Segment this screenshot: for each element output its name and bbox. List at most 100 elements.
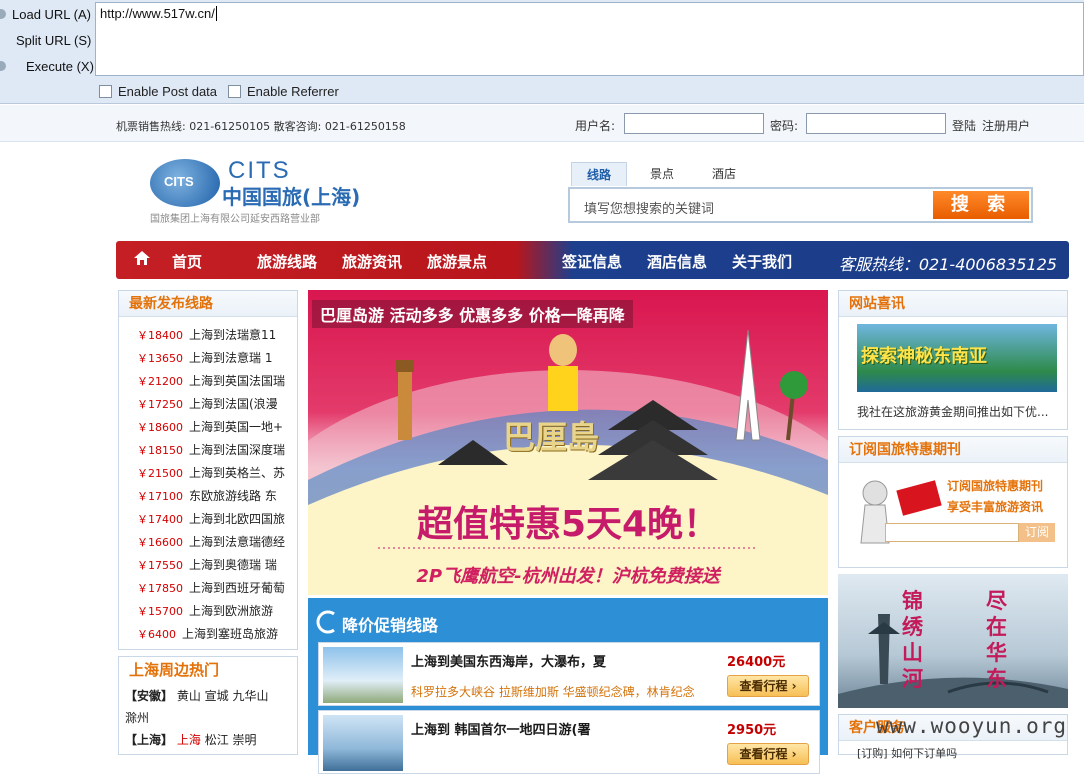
route-list-item[interactable]: ￥18150 上海到法国深度瑞 bbox=[137, 441, 285, 458]
tab-routes[interactable]: 线路 bbox=[571, 162, 627, 186]
route-name[interactable]: 上海到塞班岛旅游 bbox=[182, 627, 278, 641]
route-list-item[interactable]: ￥15700 上海到欧洲旅游 bbox=[137, 602, 273, 619]
split-url-button[interactable]: Split URL (S) bbox=[16, 29, 91, 51]
execute-button[interactable]: Execute (X) bbox=[0, 55, 94, 77]
subscribe-line2: 享受丰富旅游资讯 bbox=[947, 500, 1044, 514]
route-name[interactable]: 上海到英国法国瑞 bbox=[189, 374, 285, 388]
nav-news[interactable]: 旅游资讯 bbox=[342, 251, 402, 272]
route-name[interactable]: 上海到欧洲旅游 bbox=[189, 604, 273, 618]
nearby-anhui-links[interactable]: 黄山 宣城 九华山 bbox=[177, 689, 269, 703]
route-price: ￥18150 bbox=[137, 444, 183, 457]
route-name[interactable]: 上海到法意瑞德经 bbox=[189, 535, 285, 549]
subscribe-title: 订阅国旅特惠期刊 bbox=[839, 437, 1067, 463]
route-price: ￥13650 bbox=[137, 352, 183, 365]
top-bar: 机票销售热线: 021-61250105 散客咨询: 021-61250158 … bbox=[0, 105, 1084, 142]
route-list-item[interactable]: ￥18400 上海到法瑞意11 bbox=[137, 326, 276, 343]
site-logo[interactable]: CITS CITS 中国国旅(上海) 国旅集团上海有限公司延安西路营业部 bbox=[150, 155, 410, 225]
view-itinerary-button[interactable]: 查看行程 › bbox=[727, 675, 809, 697]
subscribe-button[interactable]: 订阅 bbox=[1019, 523, 1055, 542]
route-name[interactable]: 上海到法瑞意11 bbox=[189, 328, 276, 342]
route-name[interactable]: 上海到北欧四国旅 bbox=[189, 512, 285, 526]
password-input[interactable] bbox=[806, 113, 946, 134]
route-list-item[interactable]: ￥6400 上海到塞班岛旅游 bbox=[137, 625, 278, 642]
route-list-item[interactable]: ￥17100 东欧旅游线路 东 bbox=[137, 487, 277, 504]
promo-item-title[interactable]: 上海到美国东西海岸，大瀑布，夏 bbox=[411, 651, 606, 670]
route-price: ￥17100 bbox=[137, 490, 183, 503]
route-price: ￥17400 bbox=[137, 513, 183, 526]
news-caption[interactable]: 我社在这旅游黄金期间推出如下优... bbox=[857, 403, 1048, 420]
nav-scenic[interactable]: 旅游景点 bbox=[427, 251, 487, 272]
service-item[interactable]: [订购] 如何下订单吗 bbox=[857, 745, 957, 761]
nav-home[interactable]: 首页 bbox=[172, 251, 202, 272]
nearby-shanghai-links[interactable]: 松江 崇明 bbox=[205, 733, 257, 747]
login-link[interactable]: 登陆 bbox=[952, 117, 976, 134]
ad-right-text: 尽在华东 bbox=[986, 589, 1007, 691]
promo-thumbnail bbox=[323, 715, 403, 771]
nav-hotel[interactable]: 酒店信息 bbox=[647, 251, 707, 272]
username-input[interactable] bbox=[624, 113, 764, 134]
banner-headline: 超值特惠5天4晚！ bbox=[416, 504, 720, 545]
route-list-item[interactable]: ￥17400 上海到北欧四国旅 bbox=[137, 510, 285, 527]
promo-banner[interactable]: 巴厘岛游 活动多多 优惠多多 价格一降再降 巴厘島 超值特惠5天4晚！ 2P飞鹰… bbox=[308, 290, 828, 595]
route-price: ￥18600 bbox=[137, 421, 183, 434]
promo-item-title[interactable]: 上海到 韩国首尔一地四日游(署 bbox=[411, 719, 590, 738]
east-china-ad[interactable]: 锦绣山河 尽在华东 bbox=[838, 574, 1068, 708]
enable-referrer-checkbox[interactable]: Enable Referrer bbox=[228, 84, 339, 99]
route-price: ￥21500 bbox=[137, 467, 183, 480]
promo-item[interactable]: 上海到美国东西海岸，大瀑布，夏 科罗拉多大峡谷 拉斯维加斯 华盛顿纪念碑，林肯纪… bbox=[318, 642, 820, 706]
route-price: ￥15700 bbox=[137, 605, 183, 618]
route-price: ￥16600 bbox=[137, 536, 183, 549]
tab-scenic[interactable]: 景点 bbox=[640, 162, 684, 186]
banner-subline: 2P飞鹰航空-杭州出发！沪杭免费接送 bbox=[416, 566, 720, 587]
promo-item[interactable]: 上海到 韩国首尔一地四日游(署 2950元 查看行程 › bbox=[318, 710, 820, 774]
news-image[interactable]: 探索神秘东南亚 bbox=[857, 324, 1057, 392]
route-name[interactable]: 上海到法国(浪漫 bbox=[189, 397, 278, 411]
route-list-item[interactable]: ￥18600 上海到英国一地+ bbox=[137, 418, 283, 435]
register-link[interactable]: 注册用户 bbox=[982, 117, 1030, 134]
route-list-item[interactable]: ￥17250 上海到法国(浪漫 bbox=[137, 395, 278, 412]
banner-island-name: 巴厘島 bbox=[503, 418, 600, 456]
promo-item-price: 26400元 bbox=[727, 655, 786, 670]
subscribe-email-input[interactable] bbox=[885, 523, 1019, 542]
promo-item-sub: 科罗拉多大峡谷 拉斯维加斯 华盛顿纪念碑，林肯纪念 bbox=[411, 685, 695, 699]
route-price: ￥17250 bbox=[137, 398, 183, 411]
nearby-panel: 上海周边热门 【安徽】 黄山 宣城 九华山 滁州 【上海】 上海 松江 崇明 bbox=[118, 656, 298, 755]
route-name[interactable]: 东欧旅游线路 东 bbox=[189, 489, 277, 503]
route-name[interactable]: 上海到法意瑞 1 bbox=[189, 351, 272, 365]
enable-post-checkbox[interactable]: Enable Post data bbox=[99, 84, 217, 99]
subscribe-line1: 订阅国旅特惠期刊 bbox=[947, 479, 1044, 493]
route-name[interactable]: 上海到法国深度瑞 bbox=[189, 443, 285, 457]
nav-routes[interactable]: 旅游线路 bbox=[257, 251, 317, 272]
route-name[interactable]: 上海到西班牙葡萄 bbox=[189, 581, 285, 595]
load-url-button[interactable]: Load URL (A) bbox=[0, 3, 91, 25]
route-list-item[interactable]: ￥21200 上海到英国法国瑞 bbox=[137, 372, 285, 389]
route-name[interactable]: 上海到英国一地+ bbox=[189, 420, 283, 434]
search-button[interactable]: 搜 索 bbox=[933, 191, 1029, 219]
url-textarea[interactable]: http://www.517w.cn/ bbox=[95, 2, 1084, 76]
globe-logo-icon: CITS bbox=[150, 159, 220, 207]
nav-about[interactable]: 关于我们 bbox=[732, 251, 792, 272]
username-label: 用户名: bbox=[575, 119, 616, 133]
execute-icon bbox=[0, 61, 6, 71]
banner-caption: 巴厘岛游 活动多多 优惠多多 价格一降再降 bbox=[312, 300, 633, 328]
route-list-item[interactable]: ￥17550 上海到奥德瑞 瑞 bbox=[137, 556, 277, 573]
latest-routes-title: 最新发布线路 bbox=[119, 291, 297, 317]
password-label: 密码: bbox=[770, 119, 799, 133]
route-list-item[interactable]: ￥16600 上海到法意瑞德经 bbox=[137, 533, 285, 550]
view-itinerary-button[interactable]: 查看行程 › bbox=[727, 743, 809, 765]
search-input[interactable]: 填写您想搜索的关键词 bbox=[574, 193, 934, 217]
route-list-item[interactable]: ￥17850 上海到西班牙葡萄 bbox=[137, 579, 285, 596]
nearby-chuzhou[interactable]: 滁州 bbox=[125, 709, 149, 726]
tab-hotels[interactable]: 酒店 bbox=[702, 162, 746, 186]
promo-thumbnail bbox=[323, 647, 403, 703]
site-news-title: 网站喜讯 bbox=[839, 291, 1067, 317]
route-name[interactable]: 上海到奥德瑞 瑞 bbox=[189, 558, 277, 572]
nearby-shanghai-link[interactable]: 上海 bbox=[177, 733, 201, 747]
hackbar-panel: Load URL (A) Split URL (S) Execute (X) h… bbox=[0, 0, 1084, 104]
route-name[interactable]: 上海到英格兰、苏 bbox=[189, 466, 285, 480]
route-list-item[interactable]: ￥21500 上海到英格兰、苏 bbox=[137, 464, 285, 481]
nav-visa[interactable]: 签证信息 bbox=[562, 251, 622, 272]
promo-item-price: 2950元 bbox=[727, 723, 777, 738]
route-list-item[interactable]: ￥13650 上海到法意瑞 1 bbox=[137, 349, 272, 366]
site-news-panel: 网站喜讯 探索神秘东南亚 我社在这旅游黄金期间推出如下优... bbox=[838, 290, 1068, 430]
